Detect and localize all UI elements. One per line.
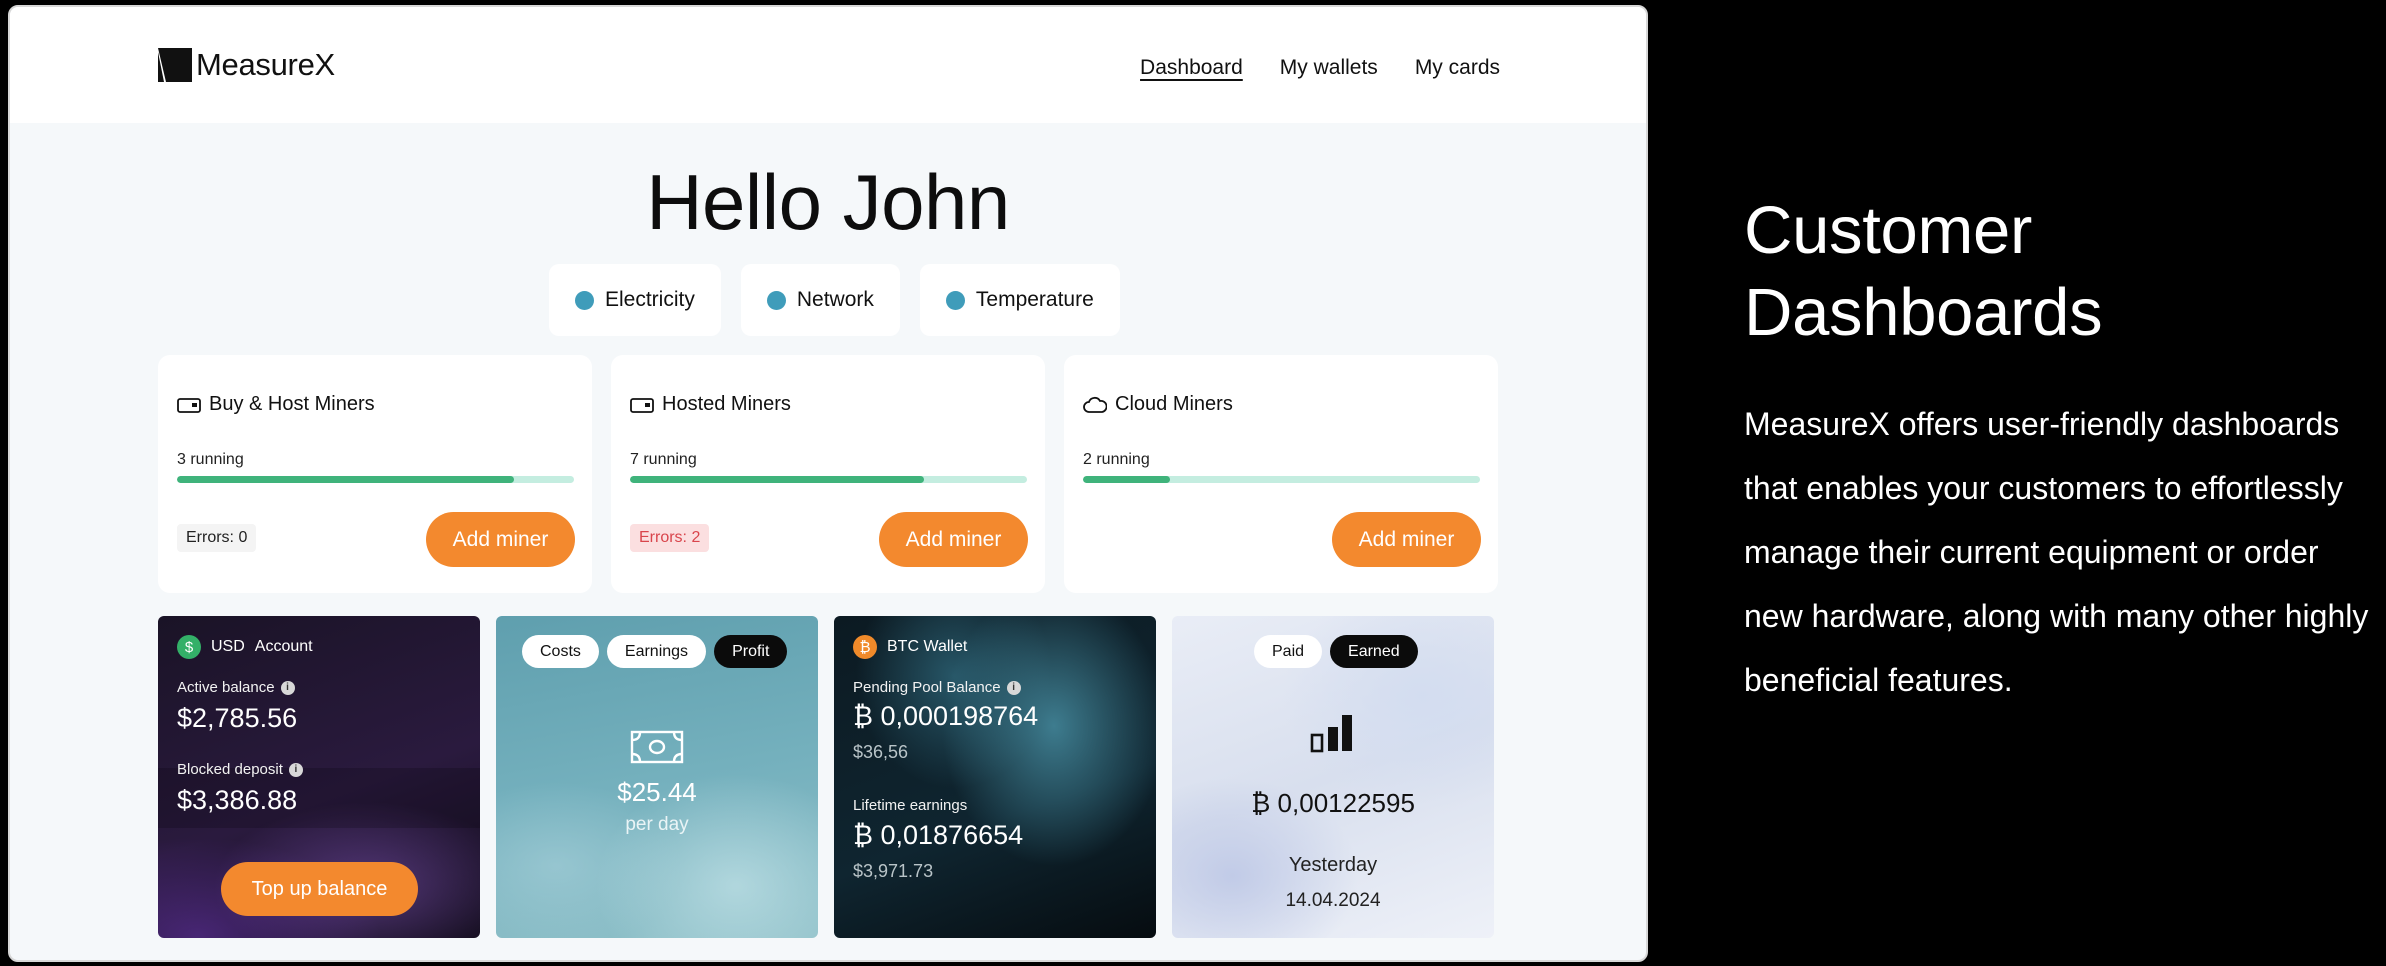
status-electricity[interactable]: Electricity	[549, 264, 721, 336]
miner-card-header: Cloud Miners	[1083, 393, 1233, 416]
add-miner-button[interactable]: Add miner	[879, 512, 1028, 567]
card-icon	[177, 397, 201, 413]
status-label: Electricity	[605, 288, 695, 311]
profit-amount: $25.44	[617, 777, 697, 807]
account-label: Account	[254, 638, 313, 655]
progress-bar	[177, 476, 574, 483]
earned-period: Yesterday	[1288, 854, 1378, 876]
page-title: Hello John	[646, 158, 1010, 246]
progress-bar	[1083, 476, 1480, 483]
lifetime-usd-value: $3,971.73	[853, 861, 934, 881]
card-icon	[630, 397, 654, 413]
nav-my-cards[interactable]: My cards	[1415, 56, 1500, 80]
tab-paid[interactable]: Paid	[1254, 635, 1323, 668]
bitcoin-coin-icon: ₿	[853, 635, 877, 659]
top-up-balance-button[interactable]: Top up balance	[221, 862, 418, 916]
progress-bar	[630, 476, 1027, 483]
blocked-deposit-label: Blocked deposit i	[177, 761, 303, 778]
profit-period: per day	[625, 814, 689, 835]
dashboard-window: MeasureX Dashboard My wallets My cards H…	[8, 5, 1648, 962]
status-dot-icon	[766, 290, 786, 310]
status-label: Network	[796, 288, 874, 311]
miner-card-header: Hosted Miners	[630, 393, 791, 416]
progress-bar-fill	[177, 476, 515, 483]
promo-description: MeasureX offers user-friendly dashboards…	[1744, 406, 2369, 698]
status-dot-icon	[575, 290, 594, 310]
add-miner-button[interactable]: Add miner	[1332, 512, 1481, 567]
bar-chart-icon	[1310, 715, 1352, 753]
tab-earnings[interactable]: Earnings	[606, 635, 707, 668]
nav-dashboard[interactable]: Dashboard	[1140, 56, 1243, 80]
blocked-deposit-value: $3,386.88	[177, 785, 298, 815]
blocked-deposit-text: Blocked deposit	[177, 761, 283, 778]
status-dot-icon	[945, 290, 965, 310]
pending-balance-label: Pending Pool Balance i	[853, 679, 1021, 696]
btc-wallet-header: ₿ BTC Wallet	[853, 635, 967, 659]
wallet-tiles: $ USD Account Active balance i $2,785.56…	[158, 616, 1494, 938]
miner-card-title: Hosted Miners	[662, 393, 791, 415]
tab-earned[interactable]: Earned	[1330, 635, 1418, 668]
progress-bar-fill	[1083, 476, 1171, 483]
miner-card-title: Buy & Host Miners	[209, 393, 375, 415]
profit-card: Costs Earnings Profit $25.44 per day	[496, 616, 818, 938]
miner-card-buy-host: Buy & Host Miners 3 running Errors: 0 Ad…	[158, 355, 592, 593]
status-label: Temperature	[975, 288, 1094, 311]
info-icon[interactable]: i	[280, 680, 295, 695]
earned-card: Paid Earned ₿ 0,00122595 Yesterday 14.04…	[1172, 616, 1494, 938]
promo-heading-line-2: Dashboards	[1744, 275, 2103, 350]
running-count: 7 running	[630, 451, 697, 468]
pending-btc-value: ₿ 0,000198764	[853, 701, 1039, 731]
active-balance-text: Active balance	[177, 679, 275, 696]
status-indicators: Electricity Network Temperature	[549, 264, 1120, 336]
cloud-icon	[1083, 396, 1107, 413]
nav-my-wallets[interactable]: My wallets	[1280, 56, 1378, 80]
earned-tabs: Paid Earned	[1254, 635, 1418, 668]
errors-badge: Errors: 0	[177, 524, 257, 552]
lifetime-btc-value: ₿ 0,01876654	[853, 820, 1024, 850]
promo-heading: Customer Dashboards	[1744, 190, 2344, 354]
pending-balance-text: Pending Pool Balance	[853, 679, 1001, 696]
top-navigation: MeasureX Dashboard My wallets My cards	[10, 7, 1646, 123]
status-temperature[interactable]: Temperature	[919, 264, 1120, 336]
miner-card-hosted: Hosted Miners 7 running Errors: 2 Add mi…	[611, 355, 1045, 593]
status-network[interactable]: Network	[740, 264, 900, 336]
brand-logo[interactable]: MeasureX	[158, 47, 335, 83]
measurex-logo-icon	[158, 48, 192, 82]
earned-date: 14.04.2024	[1285, 890, 1381, 911]
miner-card-header: Buy & Host Miners	[177, 393, 375, 416]
tab-profit[interactable]: Profit	[714, 635, 788, 668]
miner-cards: Buy & Host Miners 3 running Errors: 0 Ad…	[158, 355, 1498, 593]
earned-amount: ₿ 0,00122595	[1251, 788, 1415, 818]
profit-tabs: Costs Earnings Profit	[522, 635, 788, 668]
errors-badge: Errors: 2	[630, 524, 710, 552]
running-count: 3 running	[177, 451, 244, 468]
add-miner-button[interactable]: Add miner	[426, 512, 575, 567]
main-nav: Dashboard My wallets My cards	[1140, 56, 1500, 80]
tab-costs[interactable]: Costs	[522, 635, 599, 668]
lifetime-earnings-label: Lifetime earnings	[853, 797, 968, 814]
progress-bar-fill	[630, 476, 924, 483]
btc-wallet-card: ₿ BTC Wallet Pending Pool Balance i ₿ 0,…	[834, 616, 1156, 938]
active-balance-label: Active balance i	[177, 679, 295, 696]
promo-heading-line-1: Customer	[1744, 193, 2033, 268]
dollar-coin-icon: $	[177, 635, 201, 659]
active-balance-value: $2,785.56	[177, 703, 298, 733]
currency-label: USD	[211, 638, 245, 655]
banknote-icon	[630, 730, 684, 764]
usd-account-header: $ USD Account	[177, 635, 313, 659]
brand-name: MeasureX	[196, 47, 335, 82]
info-icon[interactable]: i	[1006, 680, 1021, 695]
usd-account-card: $ USD Account Active balance i $2,785.56…	[158, 616, 480, 938]
info-icon[interactable]: i	[288, 762, 303, 777]
pending-usd-value: $36,56	[853, 742, 909, 762]
miner-card-title: Cloud Miners	[1115, 393, 1233, 415]
miner-card-cloud: Cloud Miners 2 running Add miner	[1064, 355, 1498, 593]
wallet-title: BTC Wallet	[887, 638, 968, 655]
running-count: 2 running	[1083, 451, 1150, 468]
